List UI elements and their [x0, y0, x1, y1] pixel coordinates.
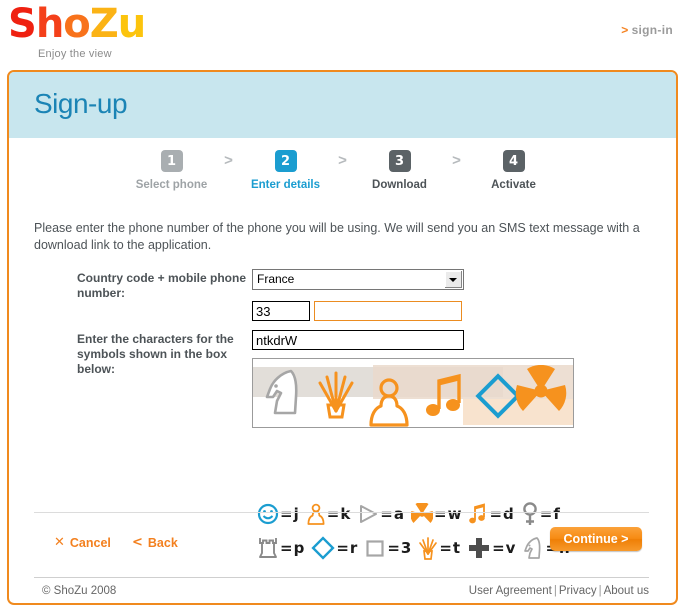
logo-letter-o: o [63, 1, 91, 47]
footer-separator-2: | [598, 585, 602, 597]
country-select[interactable]: France [252, 269, 464, 290]
captcha-symbol-music-note [426, 373, 461, 416]
legend-equals-3: = [380, 505, 393, 523]
step-label-3: Download [372, 179, 427, 191]
country-select-box[interactable]: France [252, 269, 464, 290]
legend-equals-1: = [280, 505, 293, 523]
legend-equals-6: = [539, 505, 553, 523]
legend-item-female: = f [521, 502, 560, 526]
page-title: Sign-up [34, 88, 128, 119]
step-badge-2: 2 [274, 150, 297, 172]
captcha-field-inputs [252, 330, 657, 428]
panel-footer: © ShoZu 2008 User Agreement | Privacy | Abou… [34, 577, 649, 603]
captcha-symbol-fire [318, 371, 354, 419]
legend-char-k: k [340, 505, 351, 523]
legend-row-1: = j = k = a = w = d = f [257, 497, 597, 531]
panel-header: Sign-up [9, 72, 676, 138]
legend-char-j: j [293, 505, 299, 523]
copyright-text: © ShoZu 2008 [42, 585, 117, 597]
phone-field-label: Country code + mobile phone number: [77, 271, 247, 300]
step-item-activate[interactable]: 4 Activate [468, 150, 560, 191]
intro-text: Please enter the phone number of the pho… [34, 221, 640, 252]
shozu-logo[interactable]: ShoZu Enjoy the view [8, 1, 147, 60]
radiation-icon [411, 503, 433, 523]
country-code-input[interactable] [252, 301, 310, 321]
logo-letter-h: h [35, 1, 65, 47]
legend-equals-5: = [489, 505, 503, 523]
step-separator-3: > [452, 152, 461, 169]
legend-item-triangle: = a [357, 503, 404, 525]
footer-divider [34, 577, 649, 578]
logo-letter-s: S [8, 1, 37, 47]
legend-equals-2: = [326, 505, 340, 523]
actions-divider [34, 512, 649, 513]
page-root: ShoZu Enjoy the view > sign-in Sign-up 1 … [0, 0, 685, 612]
chevron-right-icon: > [621, 23, 629, 37]
legend-item-person: = k [306, 503, 351, 525]
close-icon: ✕ [54, 535, 65, 550]
sign-in-link[interactable]: > sign-in [621, 23, 673, 37]
legend-char-w: w [447, 505, 462, 523]
captcha-field-label: Enter the characters for the symbols sho… [77, 332, 234, 376]
triangle-icon [360, 505, 378, 523]
legend-equals-4: = [434, 505, 447, 523]
step-label-4: Activate [491, 179, 536, 191]
step-badge-1: 1 [160, 150, 183, 172]
top-bar: ShoZu Enjoy the view > sign-in [0, 0, 685, 70]
phone-field-inputs: France [252, 269, 657, 321]
signup-form: Country code + mobile phone number: Fran… [77, 269, 657, 428]
logo-letter-u: u [117, 1, 147, 47]
phone-inputs-row [252, 301, 657, 321]
captcha-field-row: Enter the characters for the symbols sho… [77, 330, 657, 428]
legend-item-radiation: = w [411, 503, 461, 525]
signup-panel: Sign-up 1 Select phone > 2 Enter details… [7, 70, 678, 605]
step-item-download[interactable]: 3 Download [354, 150, 446, 191]
smiley-icon [257, 503, 279, 525]
captcha-input[interactable] [252, 330, 464, 350]
legend-item-smiley: = j [257, 503, 299, 525]
logo-tagline: Enjoy the view [38, 48, 112, 60]
captcha-symbol-person [369, 378, 409, 427]
person-icon [307, 503, 325, 525]
legend-char-a: a [393, 505, 404, 523]
female-icon [522, 502, 537, 525]
back-button[interactable]: < Back [132, 535, 178, 550]
footer-link-privacy[interactable]: Privacy [559, 585, 597, 597]
phone-field-row: Country code + mobile phone number: Fran… [77, 269, 657, 321]
legend-char-f: f [553, 505, 560, 523]
legend-item-music-note: = d [468, 503, 514, 525]
footer-link-about-us[interactable]: About us [604, 585, 649, 597]
step-badge-4: 4 [502, 150, 525, 172]
footer-links: User Agreement | Privacy | About us [469, 585, 649, 597]
footer-link-user-agreement[interactable]: User Agreement [469, 585, 552, 597]
form-actions: ✕ Cancel < Back Continue > [34, 527, 649, 567]
music-note-icon [469, 503, 486, 524]
logo-wordmark: ShoZu [8, 1, 147, 47]
step-label-2: Enter details [250, 179, 321, 191]
step-separator-2: > [338, 152, 347, 169]
footer-separator-1: | [553, 585, 557, 597]
step-separator-1: > [224, 152, 233, 169]
captcha-symbol-chess-knight [265, 369, 298, 415]
sign-in-label: sign-in [631, 23, 673, 37]
chevron-left-icon: < [132, 535, 143, 550]
cancel-label: Cancel [69, 535, 111, 550]
step-indicator: 1 Select phone > 2 Enter details > 3 Dow… [9, 150, 676, 205]
step-badge-3: 3 [388, 150, 411, 172]
captcha-symbol-radiation [515, 365, 567, 411]
back-label: Back [147, 535, 178, 550]
step-item-enter-details[interactable]: 2 Enter details [240, 150, 332, 191]
country-select-value: France [257, 272, 295, 286]
logo-letter-z: Z [89, 1, 119, 47]
cancel-button[interactable]: ✕ Cancel [54, 535, 111, 550]
continue-button[interactable]: Continue > [550, 527, 642, 551]
legend-char-d: d [503, 505, 514, 523]
captcha-image [252, 358, 574, 428]
step-label-1: Select phone [135, 179, 208, 191]
phone-number-input[interactable] [314, 301, 463, 321]
chevron-down-icon[interactable] [444, 271, 462, 288]
step-item-select-phone[interactable]: 1 Select phone [126, 150, 218, 191]
